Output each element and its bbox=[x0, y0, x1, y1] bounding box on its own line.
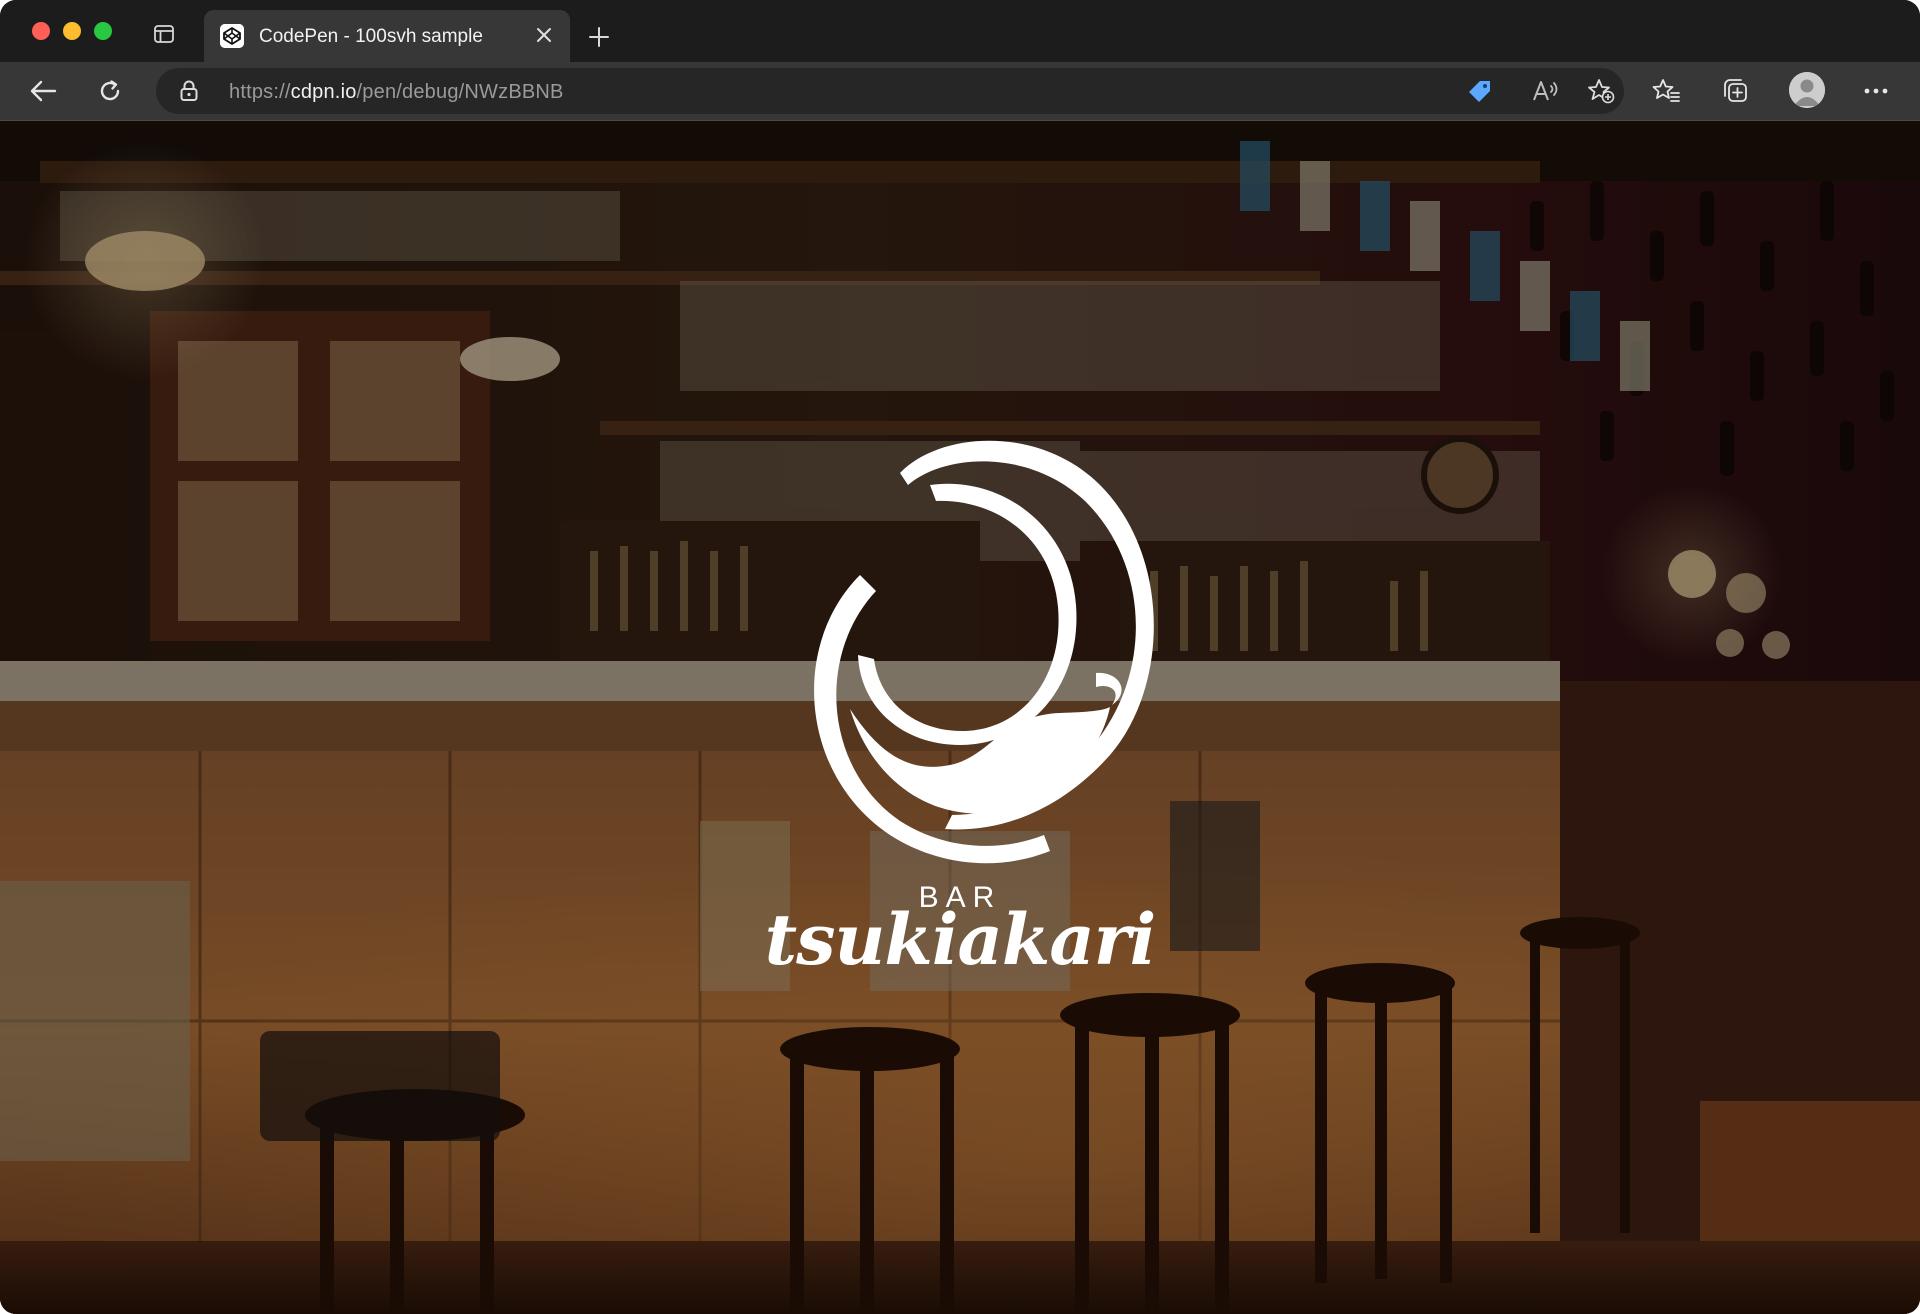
bar-logo: BAR tsukiakari bbox=[740, 415, 1180, 975]
tab-strip: CodePen - 100svh sample bbox=[0, 0, 1920, 62]
plus-icon[interactable] bbox=[588, 26, 610, 48]
back-arrow-icon[interactable] bbox=[26, 74, 60, 108]
close-window-button[interactable] bbox=[32, 22, 50, 40]
browser-window: CodePen - 100svh sample https://cdpn.io/… bbox=[0, 0, 1920, 1314]
more-icon[interactable] bbox=[1859, 74, 1893, 108]
tab-title: CodePen - 100svh sample bbox=[259, 26, 483, 47]
address-bar[interactable]: https://cdpn.io/pen/debug/NWzBBNB bbox=[156, 68, 1624, 114]
sidebar-toggle-icon[interactable] bbox=[154, 25, 174, 43]
url-path: /pen/debug/NWzBBNB bbox=[356, 81, 564, 103]
close-icon[interactable] bbox=[534, 25, 554, 45]
read-aloud-icon[interactable] bbox=[1532, 78, 1560, 104]
browser-toolbar: https://cdpn.io/pen/debug/NWzBBNB bbox=[0, 62, 1920, 121]
lock-icon[interactable] bbox=[180, 80, 198, 102]
favorites-icon[interactable] bbox=[1649, 74, 1683, 108]
minimize-window-button[interactable] bbox=[63, 22, 81, 40]
url-scheme: https:// bbox=[229, 81, 291, 103]
tab-codepen[interactable]: CodePen - 100svh sample bbox=[204, 10, 570, 62]
reload-icon[interactable] bbox=[93, 74, 127, 108]
tag-icon[interactable] bbox=[1466, 78, 1494, 104]
page-viewport: BAR tsukiakari bbox=[0, 121, 1920, 1314]
star-plus-icon[interactable] bbox=[1587, 78, 1615, 104]
collections-icon[interactable] bbox=[1719, 74, 1753, 108]
codepen-icon bbox=[220, 24, 244, 48]
url-host: cdpn.io bbox=[290, 81, 357, 103]
logo-name: tsukiakari bbox=[764, 898, 1156, 981]
url-text[interactable]: https://cdpn.io/pen/debug/NWzBBNB bbox=[229, 81, 564, 104]
profile-avatar[interactable] bbox=[1789, 72, 1825, 108]
zoom-window-button[interactable] bbox=[94, 22, 112, 40]
crescent-moon-logo-mark bbox=[814, 440, 1154, 864]
